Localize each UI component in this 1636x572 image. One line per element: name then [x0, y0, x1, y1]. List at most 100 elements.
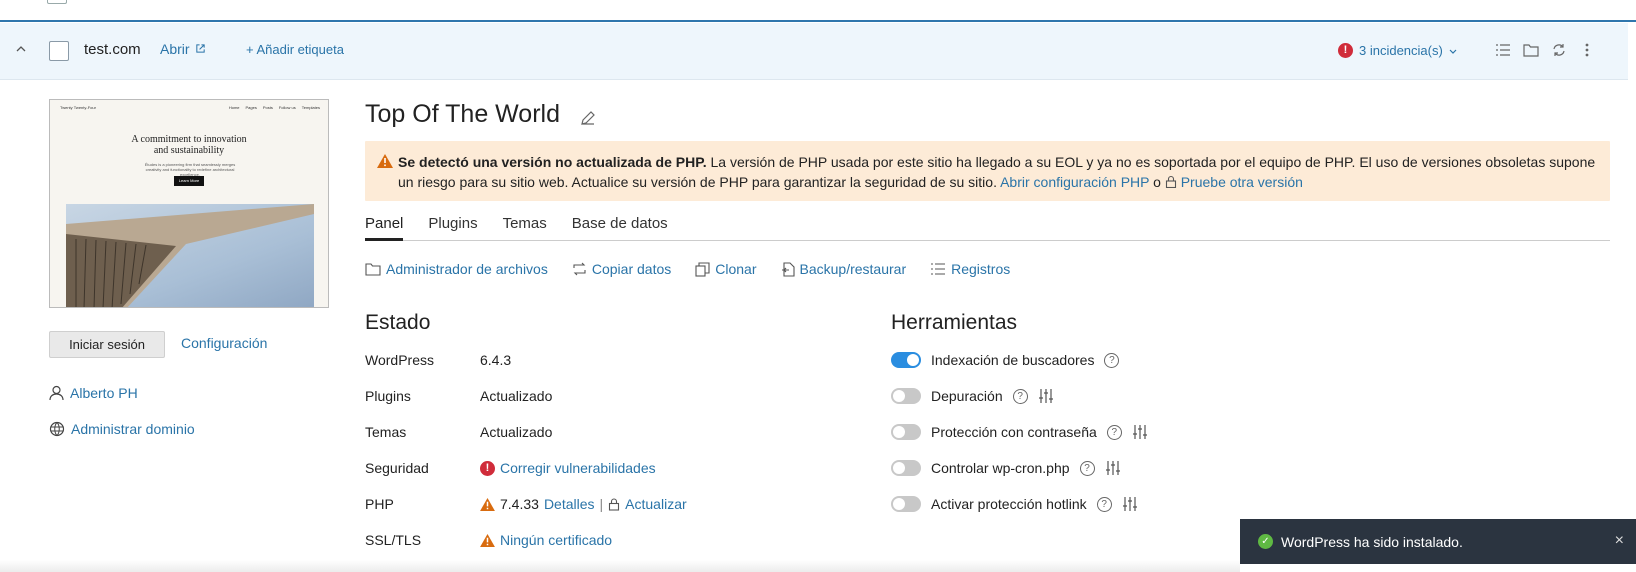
issues-label: 3 incidencia(s): [1359, 43, 1443, 58]
domain-link-row[interactable]: Administrar dominio: [49, 421, 195, 437]
warning-icon: [480, 533, 495, 547]
search-indexing-toggle[interactable]: [891, 352, 921, 368]
status-label: PHP: [365, 496, 394, 512]
open-site-label: Abrir: [160, 41, 190, 57]
clone-action[interactable]: Clonar: [695, 261, 757, 277]
status-row-security: Seguridad ! Corregir vulnerabilidades: [365, 458, 656, 478]
tool-row-hotlink-protection: Activar protección hotlink ?: [891, 494, 1138, 514]
tool-label: Protección con contraseña: [931, 424, 1097, 440]
previous-row-strip: [0, 0, 1636, 22]
warning-icon: [480, 497, 495, 511]
site-tabs: Panel Plugins Temas Base de datos: [365, 215, 1610, 241]
backup-restore-action[interactable]: Backup/restaurar: [781, 261, 906, 277]
tool-row-wp-cron: Controlar wp-cron.php ?: [891, 458, 1121, 478]
tab-database[interactable]: Base de datos: [572, 215, 668, 241]
php-warning-banner: Se detectó una versión no actualizada de…: [365, 141, 1610, 201]
thumb-button: Learn More: [174, 176, 204, 186]
try-other-version-link[interactable]: Pruebe otra versión: [1181, 174, 1303, 190]
help-icon[interactable]: ?: [1079, 460, 1095, 476]
php-update-link[interactable]: Actualizar: [625, 496, 686, 512]
debugging-toggle[interactable]: [891, 388, 921, 404]
thumb-nav-link: Posts: [262, 105, 273, 110]
tool-row-debugging: Depuración ?: [891, 386, 1054, 406]
status-row-themes: Temas Actualizado: [365, 422, 552, 442]
file-manager-label: Administrador de archivos: [386, 261, 548, 277]
error-icon: !: [1338, 43, 1353, 58]
thumb-body: Études is a pioneering firm that seamles…: [144, 162, 236, 177]
refresh-icon[interactable]: [1550, 41, 1568, 59]
previous-row-checkbox[interactable]: [47, 0, 67, 4]
thumb-building-image: [66, 204, 314, 307]
thumb-nav-link: Home: [228, 105, 240, 110]
status-value: Actualizado: [480, 388, 553, 404]
site-thumbnail[interactable]: Twenty Twenty-Four Home Pages Posts Foll…: [49, 99, 329, 308]
status-value: Actualizado: [480, 424, 553, 440]
clone-icon: [695, 261, 710, 277]
site-row-header: test.com Abrir + Añadir etiqueta ! 3 inc…: [0, 23, 1628, 80]
list-icon[interactable]: [1494, 41, 1512, 59]
open-php-config-link[interactable]: Abrir configuración PHP: [1000, 174, 1149, 190]
folder-icon[interactable]: [1522, 41, 1540, 59]
status-label: Plugins: [365, 388, 411, 404]
tools-section-title: Herramientas: [891, 311, 1018, 334]
edit-pencil-icon[interactable]: [580, 110, 596, 129]
file-manager-action[interactable]: Administrador de archivos: [365, 261, 548, 277]
site-select-checkbox[interactable]: [49, 41, 69, 61]
check-circle-icon: ✓: [1258, 534, 1273, 549]
collapse-chevron-icon[interactable]: [15, 43, 31, 59]
configuration-link[interactable]: Configuración: [181, 335, 267, 351]
status-section-title: Estado: [365, 311, 431, 334]
tool-label: Indexación de buscadores: [931, 352, 1095, 368]
logs-label: Registros: [951, 261, 1011, 277]
status-label: WordPress: [365, 352, 434, 368]
help-icon[interactable]: ?: [1096, 496, 1112, 512]
tab-themes[interactable]: Temas: [503, 215, 547, 241]
site-domain: test.com: [84, 41, 141, 58]
manage-domain-link[interactable]: Administrar dominio: [71, 421, 195, 437]
add-tag-button[interactable]: + Añadir etiqueta: [246, 42, 344, 57]
settings-sliders-icon[interactable]: [1122, 496, 1138, 512]
logs-action[interactable]: Registros: [930, 261, 1010, 277]
no-certificate-link[interactable]: Ningún certificado: [500, 532, 612, 548]
status-row-plugins: Plugins Actualizado: [365, 386, 552, 406]
settings-sliders-icon[interactable]: [1038, 388, 1054, 404]
tool-label: Controlar wp-cron.php: [931, 460, 1070, 476]
tool-row-search-indexing: Indexación de buscadores ?: [891, 350, 1120, 370]
copy-data-action[interactable]: Copiar datos: [572, 261, 671, 277]
status-row-php: PHP 7.4.33 Detalles | Actualizar: [365, 494, 687, 514]
status-label: Temas: [365, 424, 407, 440]
thumb-nav-link: Pages: [245, 105, 257, 110]
backup-icon: [781, 261, 795, 277]
globe-icon: [49, 421, 65, 437]
more-vertical-icon[interactable]: [1578, 41, 1596, 59]
chevron-down-icon: [1449, 49, 1457, 54]
folder-icon: [365, 263, 381, 276]
copy-data-label: Copiar datos: [591, 261, 672, 277]
login-button[interactable]: Iniciar sesión: [49, 331, 165, 358]
wp-cron-toggle[interactable]: [891, 460, 921, 476]
open-site-link[interactable]: Abrir: [160, 41, 206, 57]
php-version: 7.4.33: [500, 496, 539, 512]
copy-data-icon: [573, 262, 586, 276]
password-protection-toggle[interactable]: [891, 424, 921, 440]
separator: |: [599, 496, 604, 512]
settings-sliders-icon[interactable]: [1132, 424, 1148, 440]
help-icon[interactable]: ?: [1106, 424, 1122, 440]
issues-dropdown[interactable]: ! 3 incidencia(s): [1338, 43, 1457, 58]
lock-icon: [1165, 175, 1176, 189]
tab-panel[interactable]: Panel: [365, 215, 404, 241]
thumb-headline: A commitment to innovation and sustainab…: [131, 134, 247, 156]
user-link-row[interactable]: Alberto PH: [49, 385, 138, 401]
external-link-icon: [196, 44, 206, 53]
close-icon[interactable]: ×: [1615, 532, 1624, 550]
settings-sliders-icon[interactable]: [1105, 460, 1121, 476]
php-details-link[interactable]: Detalles: [544, 496, 595, 512]
user-link[interactable]: Alberto PH: [70, 385, 138, 401]
status-value: 6.4.3: [480, 352, 512, 368]
hotlink-protection-toggle[interactable]: [891, 496, 921, 512]
tab-plugins[interactable]: Plugins: [428, 215, 477, 241]
help-icon[interactable]: ?: [1012, 388, 1028, 404]
help-icon[interactable]: ?: [1104, 352, 1120, 368]
fix-vulnerabilities-link[interactable]: Corregir vulnerabilidades: [500, 460, 656, 476]
quick-actions: Administrador de archivos Copiar datos C…: [365, 261, 1010, 277]
